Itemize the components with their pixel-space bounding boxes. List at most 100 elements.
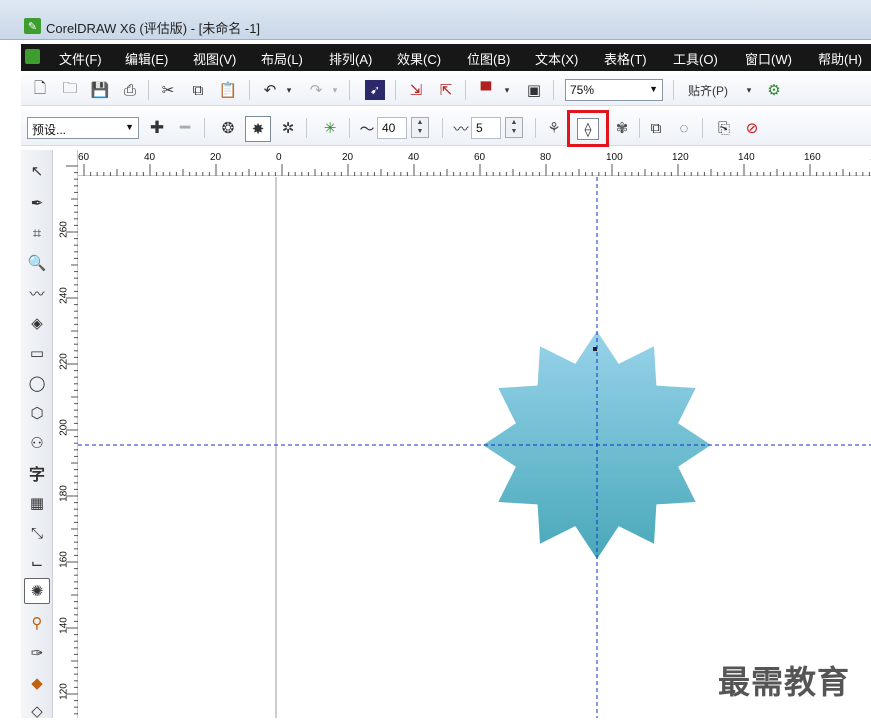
menu-text[interactable]: 文本(X) bbox=[535, 49, 578, 68]
toolbar-separator bbox=[702, 118, 703, 138]
toolbar-separator bbox=[204, 118, 205, 138]
twister-distortion-icon[interactable]: ✲ bbox=[277, 117, 299, 139]
push-pull-distortion-icon[interactable]: ❂ bbox=[217, 117, 239, 139]
toolbar-separator bbox=[465, 80, 466, 100]
menu-layout[interactable]: 布局(L) bbox=[261, 49, 303, 68]
snap-dropdown-icon[interactable]: ▾ bbox=[743, 79, 755, 101]
points-spinner[interactable]: ▲ ▼ bbox=[411, 117, 429, 138]
crop-tool-icon[interactable]: ⌗ bbox=[24, 220, 50, 246]
toolbar-separator bbox=[349, 118, 350, 138]
freehand-tool-icon[interactable]: 〰 bbox=[24, 280, 50, 306]
undo-dropdown-icon[interactable]: ▾ bbox=[283, 79, 295, 101]
ruler-label: 160 bbox=[58, 551, 70, 568]
print-icon[interactable]: ⎙ bbox=[119, 79, 141, 101]
menu-help[interactable]: 帮助(H) bbox=[818, 49, 862, 68]
title-bar: ✎ CorelDRAW X6 (评估版) - [未命名 -1] bbox=[0, 0, 871, 40]
undo-icon[interactable]: ↶ bbox=[259, 79, 281, 101]
new-document-icon[interactable]: 🗋 bbox=[29, 79, 51, 101]
snap-to-button[interactable]: 贴齐(P) bbox=[683, 79, 733, 101]
frequency-icon: 〜 bbox=[359, 120, 375, 138]
smart-fill-tool-icon[interactable]: ◈ bbox=[24, 310, 50, 336]
table-tool-icon[interactable]: ▦ bbox=[24, 490, 50, 516]
pick-tool-icon[interactable]: ↖ bbox=[24, 158, 50, 184]
menu-bitmaps[interactable]: 位图(B) bbox=[467, 49, 510, 68]
toolbar-separator bbox=[249, 80, 250, 100]
interactive-fill-tool-icon[interactable]: ◇ bbox=[24, 698, 50, 724]
basic-shapes-tool-icon[interactable]: ⚇ bbox=[24, 430, 50, 456]
menu-tools[interactable]: 工具(O) bbox=[673, 49, 718, 68]
zoom-level-value: 75% bbox=[570, 83, 595, 97]
shape-tool-icon[interactable]: ✒ bbox=[24, 190, 50, 216]
options-icon[interactable]: ⚙ bbox=[763, 79, 785, 101]
distort-tool-icon[interactable]: ✺ bbox=[24, 578, 50, 604]
dimension-tool-icon[interactable]: ⤡ bbox=[24, 520, 50, 546]
text-tool-icon[interactable]: 字 bbox=[24, 460, 50, 486]
distortion-center-handle[interactable] bbox=[593, 347, 597, 351]
zoom-level-combo[interactable]: 75% ▼ bbox=[565, 79, 663, 101]
clear-distortion-icon[interactable]: ◌ bbox=[673, 117, 695, 139]
cut-icon[interactable]: ✂ bbox=[157, 79, 179, 101]
search-content-icon[interactable]: ➹ bbox=[365, 80, 385, 100]
paste-icon[interactable]: 📋 bbox=[217, 79, 239, 101]
watermark-text: 最需教育 bbox=[718, 663, 851, 701]
ruler-label: 180 bbox=[58, 485, 70, 502]
center-distortion-icon[interactable]: ✳ bbox=[319, 117, 341, 139]
open-folder-icon[interactable]: 🗀 bbox=[59, 79, 81, 101]
sharpness-spinner[interactable]: ▲ ▼ bbox=[505, 117, 523, 138]
redo-icon[interactable]: ↷ bbox=[305, 79, 327, 101]
ruler-label: 160 bbox=[804, 152, 821, 163]
convert-to-curves-icon[interactable]: ⎘ bbox=[713, 117, 735, 139]
eyedropper-tool-icon[interactable]: ⚲ bbox=[24, 610, 50, 636]
menu-effects[interactable]: 效果(C) bbox=[397, 49, 441, 68]
ruler-label: 80 bbox=[540, 152, 552, 163]
menu-file[interactable]: 文件(F) bbox=[59, 49, 102, 68]
zipper-sharpness-value: 5 bbox=[476, 121, 483, 135]
outline-pen-tool-icon[interactable]: ✑ bbox=[24, 640, 50, 666]
add-preset-icon[interactable]: ✚ bbox=[147, 117, 167, 139]
menu-table[interactable]: 表格(T) bbox=[604, 49, 647, 68]
application-launcher-icon[interactable]: ▀ bbox=[475, 79, 497, 101]
redo-dropdown-icon[interactable]: ▾ bbox=[329, 79, 341, 101]
ellipse-tool-icon[interactable]: ◯ bbox=[24, 370, 50, 396]
welcome-screen-icon[interactable]: ▣ bbox=[523, 79, 545, 101]
ruler-label: 140 bbox=[738, 152, 755, 163]
random-distortion-icon[interactable]: ⚘ bbox=[543, 117, 565, 139]
ruler-label: 60 bbox=[474, 152, 486, 163]
launcher-dropdown-icon[interactable]: ▾ bbox=[501, 79, 513, 101]
menu-view[interactable]: 视图(V) bbox=[193, 49, 236, 68]
preset-combo[interactable]: 预设... ▼ bbox=[27, 117, 139, 139]
local-distortion-icon[interactable]: ✾ bbox=[611, 117, 633, 139]
smooth-distortion-button[interactable]: ⟠ bbox=[567, 110, 609, 147]
zoom-tool-icon[interactable]: 🔍 bbox=[24, 250, 50, 276]
menu-window[interactable]: 窗口(W) bbox=[745, 49, 792, 68]
menu-arrange[interactable]: 排列(A) bbox=[329, 49, 372, 68]
zipper-points-input[interactable]: 40 bbox=[377, 117, 407, 139]
zipper-sharpness-input[interactable]: 5 bbox=[471, 117, 501, 139]
preset-value: 预设... bbox=[32, 123, 67, 137]
toolbar-separator bbox=[306, 118, 307, 138]
smooth-distortion-icon: ⟠ bbox=[577, 117, 599, 140]
connector-tool-icon[interactable]: ⌙ bbox=[24, 550, 50, 576]
polygon-tool-icon[interactable]: ⬡ bbox=[24, 400, 50, 426]
ruler-label: 200 bbox=[58, 419, 70, 436]
amplitude-icon: 〰 bbox=[453, 120, 469, 138]
save-icon[interactable]: 💾 bbox=[89, 79, 111, 101]
drawing-canvas[interactable] bbox=[78, 177, 871, 718]
fill-tool-icon[interactable]: ◆ bbox=[24, 670, 50, 696]
clear-envelope-icon[interactable]: ⊘ bbox=[741, 117, 763, 139]
vertical-ruler[interactable]: 260 240 220 200 180 160 140 120 bbox=[54, 150, 78, 718]
zipper-distortion-icon[interactable]: ✸ bbox=[245, 116, 271, 142]
toolbar-separator bbox=[442, 118, 443, 138]
toolbar-separator bbox=[395, 80, 396, 100]
document-menu-icon[interactable] bbox=[25, 49, 40, 64]
copy-icon[interactable]: ⧉ bbox=[187, 79, 209, 101]
snap-to-label: 贴齐(P) bbox=[688, 83, 728, 98]
horizontal-ruler[interactable]: 604020020406080100120140160180 ⌖ bbox=[54, 150, 871, 176]
copy-distortion-icon[interactable]: ⧉ bbox=[645, 117, 667, 139]
rectangle-tool-icon[interactable]: ▭ bbox=[24, 340, 50, 366]
menu-edit[interactable]: 编辑(E) bbox=[125, 49, 168, 68]
export-icon[interactable]: ⇱ bbox=[435, 79, 457, 101]
ruler-label: 260 bbox=[58, 221, 70, 238]
remove-preset-icon[interactable]: ━ bbox=[175, 117, 195, 139]
import-icon[interactable]: ⇲ bbox=[405, 79, 427, 101]
